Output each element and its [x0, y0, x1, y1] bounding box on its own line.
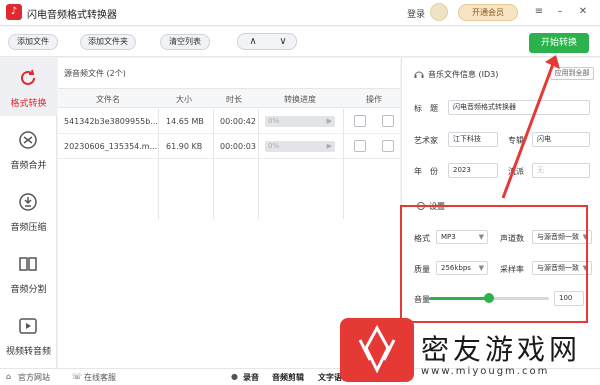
watermark-text: 密友游戏网 — [421, 333, 582, 366]
watermark-logo — [340, 318, 414, 382]
mic-icon: ● — [231, 372, 238, 381]
watermark-url: www.miyougm.com — [421, 366, 550, 377]
website-link[interactable]: 官方网站 — [18, 372, 50, 383]
watermark-emblem-icon — [358, 324, 396, 374]
support-link[interactable]: 在线客服 — [84, 372, 116, 383]
home-icon: ⌂ — [6, 372, 12, 381]
record-link[interactable]: 录音 — [243, 372, 259, 383]
support-icon: ☏ — [72, 372, 83, 381]
audio-edit-link[interactable]: 音频剪辑 — [272, 372, 304, 383]
